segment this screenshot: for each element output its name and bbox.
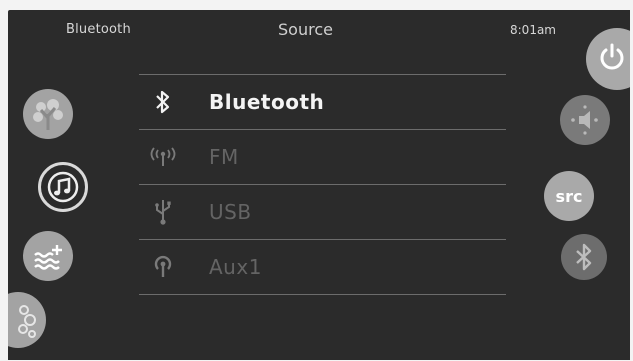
nav-tree-button[interactable] [23, 89, 73, 139]
top-bar: Bluetooth Source 8:01am [8, 10, 630, 56]
source-label: USB [209, 200, 252, 224]
nav-bubbles-button[interactable] [8, 292, 46, 348]
water-temperature-icon [34, 245, 62, 270]
music-note-icon [47, 171, 79, 203]
radio-antenna-icon [139, 146, 187, 168]
clock: 8:01am [510, 23, 556, 37]
audio-source-screen: Bluetooth Source 8:01am Bluetooth FM USB… [8, 10, 630, 360]
volume-button[interactable] [560, 95, 610, 145]
current-source-label: Bluetooth [66, 22, 131, 37]
menu-divider [139, 294, 506, 295]
source-label: FM [209, 145, 239, 169]
bluetooth-icon [139, 89, 187, 115]
volume-icon [571, 105, 598, 135]
source-button-label: src [555, 186, 583, 206]
source-item-bluetooth[interactable]: Bluetooth [139, 75, 506, 129]
source-item-fm[interactable]: FM [139, 130, 506, 184]
page-title: Source [278, 20, 333, 39]
usb-icon [139, 198, 187, 226]
source-label: Aux1 [209, 255, 262, 279]
bluetooth-icon [576, 243, 592, 271]
source-item-aux1[interactable]: Aux1 [139, 240, 506, 294]
nav-music-button[interactable] [38, 162, 88, 212]
nav-water-button[interactable] [23, 231, 73, 281]
bubbles-icon [18, 305, 36, 338]
aux-input-icon [139, 255, 187, 279]
source-button[interactable]: src [544, 171, 594, 221]
source-item-usb[interactable]: USB [139, 185, 506, 239]
tree-icon [33, 99, 63, 130]
bluetooth-button[interactable] [561, 234, 607, 280]
source-label: Bluetooth [209, 90, 325, 114]
power-icon [600, 43, 624, 70]
